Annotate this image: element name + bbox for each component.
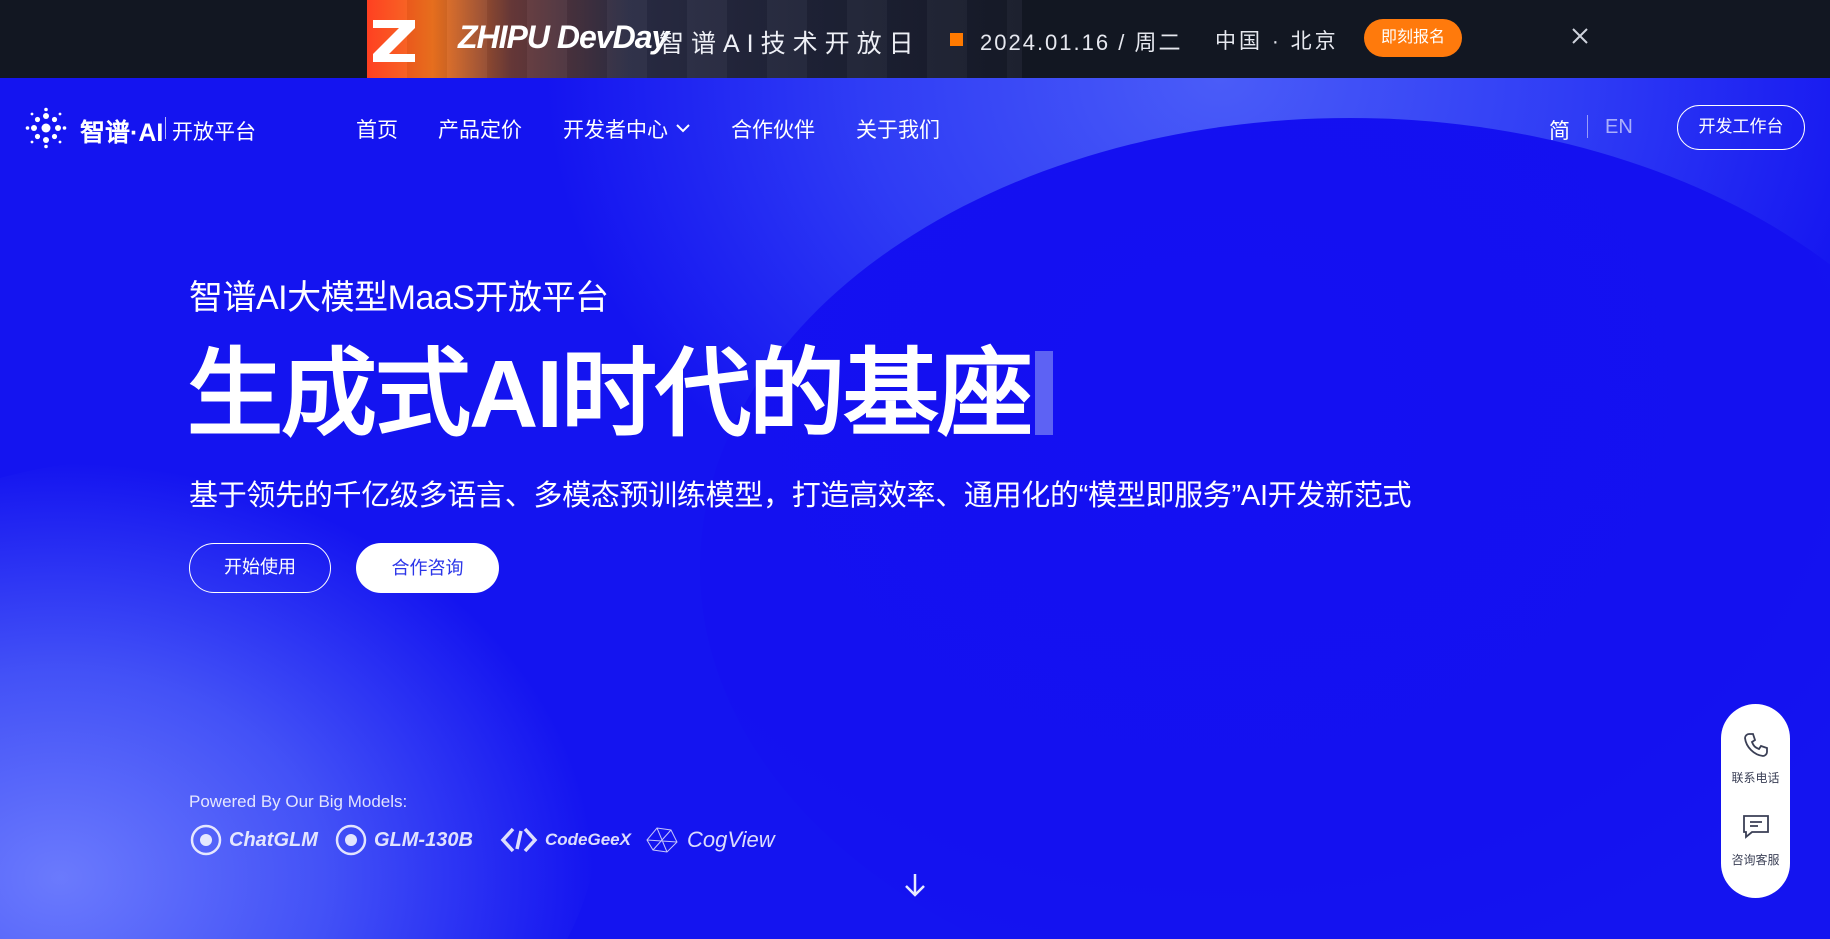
glm-130b-name: GLM-130B	[374, 828, 473, 851]
customer-service[interactable]: 咨询客服	[1721, 812, 1790, 868]
event-location: 中国 · 北京	[1215, 30, 1339, 53]
nav-home[interactable]: 首页	[356, 114, 398, 144]
hero-title: 生成式AI时代的基座	[187, 340, 1053, 450]
chat-bubble-icon	[1742, 815, 1769, 839]
brand-name[interactable]: 智谱·AI	[80, 113, 163, 149]
close-icon[interactable]	[1570, 26, 1590, 46]
nav-partners[interactable]: 合作伙伴	[731, 114, 815, 144]
powered-by-label: Powered By Our Big Models:	[189, 792, 408, 811]
cogview-logo-icon	[646, 827, 678, 853]
phone-contact[interactable]: 联系电话	[1721, 730, 1790, 786]
workbench-button[interactable]: 开发工作台	[1677, 105, 1805, 150]
zhipu-z-logo-icon	[373, 20, 415, 62]
hero-kicker: 智谱AI大模型MaaS开放平台	[189, 279, 609, 317]
glm-130b-logo: GLM-130B	[334, 823, 473, 857]
platform-label: 开放平台	[172, 121, 256, 144]
event-date: 2024.01.16 / 周二	[980, 30, 1183, 55]
codegeex-name: CodeGeeX	[545, 830, 631, 849]
lang-simplified-chinese[interactable]: 简	[1549, 115, 1570, 145]
start-button[interactable]: 开始使用	[189, 543, 331, 593]
codegeex-logo-icon	[500, 827, 538, 853]
chatglm-logo: ChatGLM	[189, 823, 318, 857]
devday-brand: ZHIPU DevDay	[458, 19, 669, 55]
arrow-down-icon[interactable]	[903, 872, 927, 898]
contact-side-panel: 联系电话 咨询客服	[1721, 704, 1790, 898]
nav-pricing[interactable]: 产品定价	[438, 114, 522, 144]
glm-logo-icon	[335, 824, 367, 856]
lang-english[interactable]: EN	[1605, 116, 1633, 139]
phone-label: 联系电话	[1731, 771, 1780, 785]
chatglm-logo-icon	[190, 824, 222, 856]
cogview-logo: CogView	[643, 823, 775, 857]
service-label: 咨询客服	[1731, 853, 1780, 867]
signup-button[interactable]: 即刻报名	[1364, 19, 1462, 57]
nav-developer-center[interactable]: 开发者中心	[563, 114, 668, 144]
event-banner[interactable]: ZHIPU DevDay 智谱AI技术开放日 2024.01.16 / 周二 中…	[0, 0, 1830, 78]
chatglm-name: ChatGLM	[229, 828, 318, 851]
consult-button[interactable]: 合作咨询	[356, 543, 499, 593]
codegeex-logo: CodeGeeX	[499, 823, 631, 857]
phone-icon	[1743, 733, 1768, 757]
orange-square-icon	[950, 33, 963, 46]
devday-subtitle: 智谱AI技术开放日	[659, 30, 921, 58]
cogview-name: CogView	[687, 827, 775, 852]
lang-divider	[1587, 115, 1588, 138]
zhipu-logo-icon[interactable]	[25, 107, 67, 149]
chevron-down-icon[interactable]	[675, 122, 691, 134]
hero-subtitle: 基于领先的千亿级多语言、多模态预训练模型，打造高效率、通用化的“模型即服务”AI…	[189, 480, 1412, 512]
hero-title-text: 生成式AI时代的基座	[187, 341, 1033, 448]
brand-divider	[165, 117, 166, 139]
typing-cursor	[1035, 351, 1053, 435]
nav-about-us[interactable]: 关于我们	[856, 114, 940, 144]
